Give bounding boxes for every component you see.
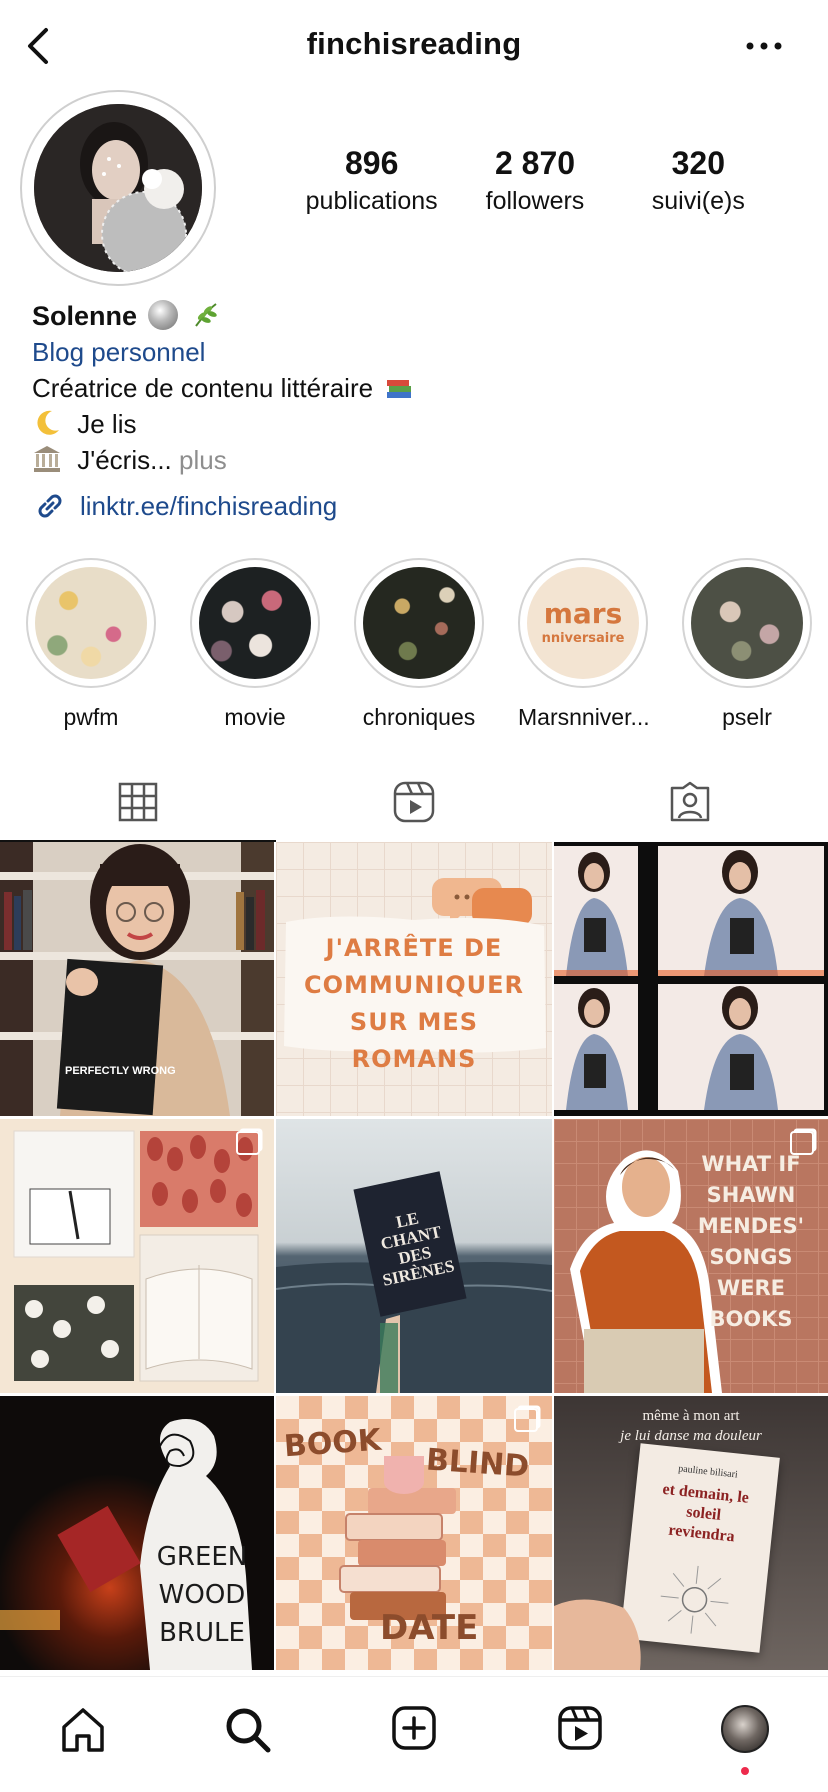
- stat-publications[interactable]: 896 publications: [290, 145, 453, 216]
- link-icon: [38, 494, 62, 518]
- highlight-ring: mars nniversaire: [518, 558, 648, 688]
- highlight-label: chroniques: [362, 704, 476, 730]
- highlight-chroniques[interactable]: chroniques: [354, 558, 484, 731]
- profile-avatar-small: [721, 1705, 770, 1753]
- herb-icon: [190, 300, 220, 330]
- post-image: PERFECTLY WRONG: [0, 844, 274, 1116]
- highlight-ring: [354, 558, 484, 688]
- avatar-photo: [34, 104, 202, 272]
- more-options-button[interactable]: [744, 30, 784, 60]
- tagged-user-icon: [670, 781, 710, 822]
- highlight-ring: [190, 558, 320, 688]
- tab-tagged[interactable]: [552, 762, 828, 842]
- profile-display-name: Solenne: [32, 301, 138, 331]
- post-1-book-title: PERFECTLY WRONG: [65, 1065, 176, 1077]
- post-thumbnail-1[interactable]: PERFECTLY WRONG: [0, 842, 274, 1116]
- bio-external-link[interactable]: linktr.ee/finchisreading: [32, 488, 792, 524]
- post-thumbnail-4[interactable]: [0, 1119, 274, 1393]
- hand-image: [554, 1599, 641, 1670]
- stat-value: 896: [344, 145, 399, 181]
- post-thumbnail-2[interactable]: J'ARRÊTE DE COMMUNIQUER SUR MES ROMANS: [276, 842, 552, 1116]
- highlight-ring: [26, 558, 156, 688]
- bio-line-3: J'écris...: [77, 445, 172, 475]
- stat-label: suivi(e)s: [651, 187, 745, 216]
- bio-line-2: Je lis: [77, 409, 137, 439]
- more-horizontal-icon: [746, 42, 782, 50]
- post-thumbnail-9[interactable]: même à mon art je lui danse ma douleur p…: [554, 1396, 828, 1670]
- classical-building-icon: [32, 444, 62, 474]
- profile-tabs: [0, 762, 828, 842]
- stat-following[interactable]: 320 suivi(e)s: [617, 145, 780, 216]
- mars-logo-subtext: nniversaire: [541, 631, 625, 646]
- highlight-label: pwfm: [63, 704, 119, 730]
- post-thumbnail-7[interactable]: GREEN WOOD BRULE: [0, 1396, 274, 1670]
- grid-icon: [118, 782, 158, 822]
- add-post-icon: [392, 1706, 436, 1750]
- tab-reels[interactable]: [276, 762, 552, 842]
- nav-create[interactable]: [331, 1677, 497, 1792]
- nav-reels[interactable]: [497, 1677, 663, 1792]
- post-8-text-bottom: DATE: [380, 1608, 479, 1648]
- profile-stats: 896 publications 2 870 followers 320 sui…: [290, 145, 780, 216]
- post-thumbnail-6[interactable]: WHAT IF SHAWN MENDES' SONGS WERE BOOKS: [554, 1119, 828, 1393]
- reels-icon: [557, 1706, 602, 1750]
- search-icon: [226, 1708, 271, 1753]
- posts-grid: PERFECTLY WRONG J'ARRÊTE DE COMMUNIQUER …: [0, 842, 828, 1670]
- bio-line-1: Créatrice de contenu littéraire: [32, 373, 374, 403]
- post-7-text: GREEN WOOD BRULE: [156, 1542, 248, 1648]
- post-8-text-top: BOOK: [282, 1422, 383, 1465]
- profile-category: Blog personnel: [32, 337, 206, 367]
- stat-label: followers: [485, 187, 585, 216]
- nav-profile[interactable]: [662, 1677, 828, 1792]
- books-icon: [384, 372, 414, 402]
- highlight-pwfm[interactable]: pwfm: [26, 558, 156, 731]
- post-8-text-right: BLIND: [424, 1442, 531, 1485]
- profile-username: finchisreading: [306, 26, 522, 61]
- story-highlights: pwfm movie chroniques mars nniversaire M…: [0, 558, 828, 731]
- profile-bio: Solenne Blog personnel Créatrice de cont…: [32, 298, 792, 524]
- bio-more-link[interactable]: plus: [179, 445, 227, 475]
- nav-search[interactable]: [166, 1677, 332, 1792]
- multiple-posts-icon: [514, 1408, 538, 1432]
- multiple-posts-icon: [790, 1131, 814, 1155]
- top-bar: finchisreading: [0, 0, 828, 90]
- post-2-text: J'ARRÊTE DE COMMUNIQUER SUR MES ROMANS: [303, 934, 525, 1073]
- highlight-ring: [682, 558, 812, 688]
- highlight-movie[interactable]: movie: [190, 558, 320, 731]
- multiple-posts-icon: [236, 1131, 260, 1155]
- highlight-label: movie: [224, 704, 286, 730]
- tab-grid[interactable]: [0, 762, 276, 842]
- profile-avatar-ring[interactable]: [20, 90, 216, 286]
- highlight-cover: [363, 567, 475, 679]
- post-image: [554, 846, 824, 1110]
- nav-home[interactable]: [0, 1677, 166, 1792]
- post-image: [13, 1130, 259, 1382]
- bottom-navigation: [0, 1676, 828, 1792]
- disco-ball-icon: [148, 300, 179, 330]
- highlight-marsnniversaire[interactable]: mars nniversaire Marsnniver...: [518, 558, 650, 731]
- post-thumbnail-3[interactable]: [554, 842, 828, 1116]
- highlight-label: Marsnniver...: [518, 704, 650, 730]
- highlight-cover: mars nniversaire: [527, 567, 639, 679]
- profile-avatar[interactable]: [34, 104, 202, 272]
- home-icon: [62, 1708, 104, 1752]
- highlight-cover: [35, 567, 147, 679]
- highlight-pselr[interactable]: pselr: [682, 558, 812, 731]
- mars-logo-text: mars: [543, 597, 623, 630]
- reels-icon: [393, 781, 435, 823]
- bio-link-text: linktr.ee/finchisreading: [80, 491, 338, 521]
- highlight-cover: [691, 567, 803, 679]
- post-6-text: WHAT IF SHAWN MENDES' SONGS WERE BOOKS: [697, 1152, 805, 1331]
- stat-followers[interactable]: 2 870 followers: [453, 145, 616, 216]
- crescent-moon-icon: [32, 408, 62, 438]
- stat-label: publications: [305, 187, 438, 216]
- notification-dot: [741, 1767, 750, 1775]
- stat-value: 320: [671, 145, 726, 181]
- post-thumbnail-8[interactable]: BOOK BLIND DATE: [276, 1396, 552, 1670]
- highlight-label: pselr: [722, 704, 772, 730]
- post-thumbnail-5[interactable]: LE CHANT DES SIRÈNES: [276, 1119, 552, 1393]
- highlight-cover: [199, 567, 311, 679]
- stat-value: 2 870: [494, 145, 576, 181]
